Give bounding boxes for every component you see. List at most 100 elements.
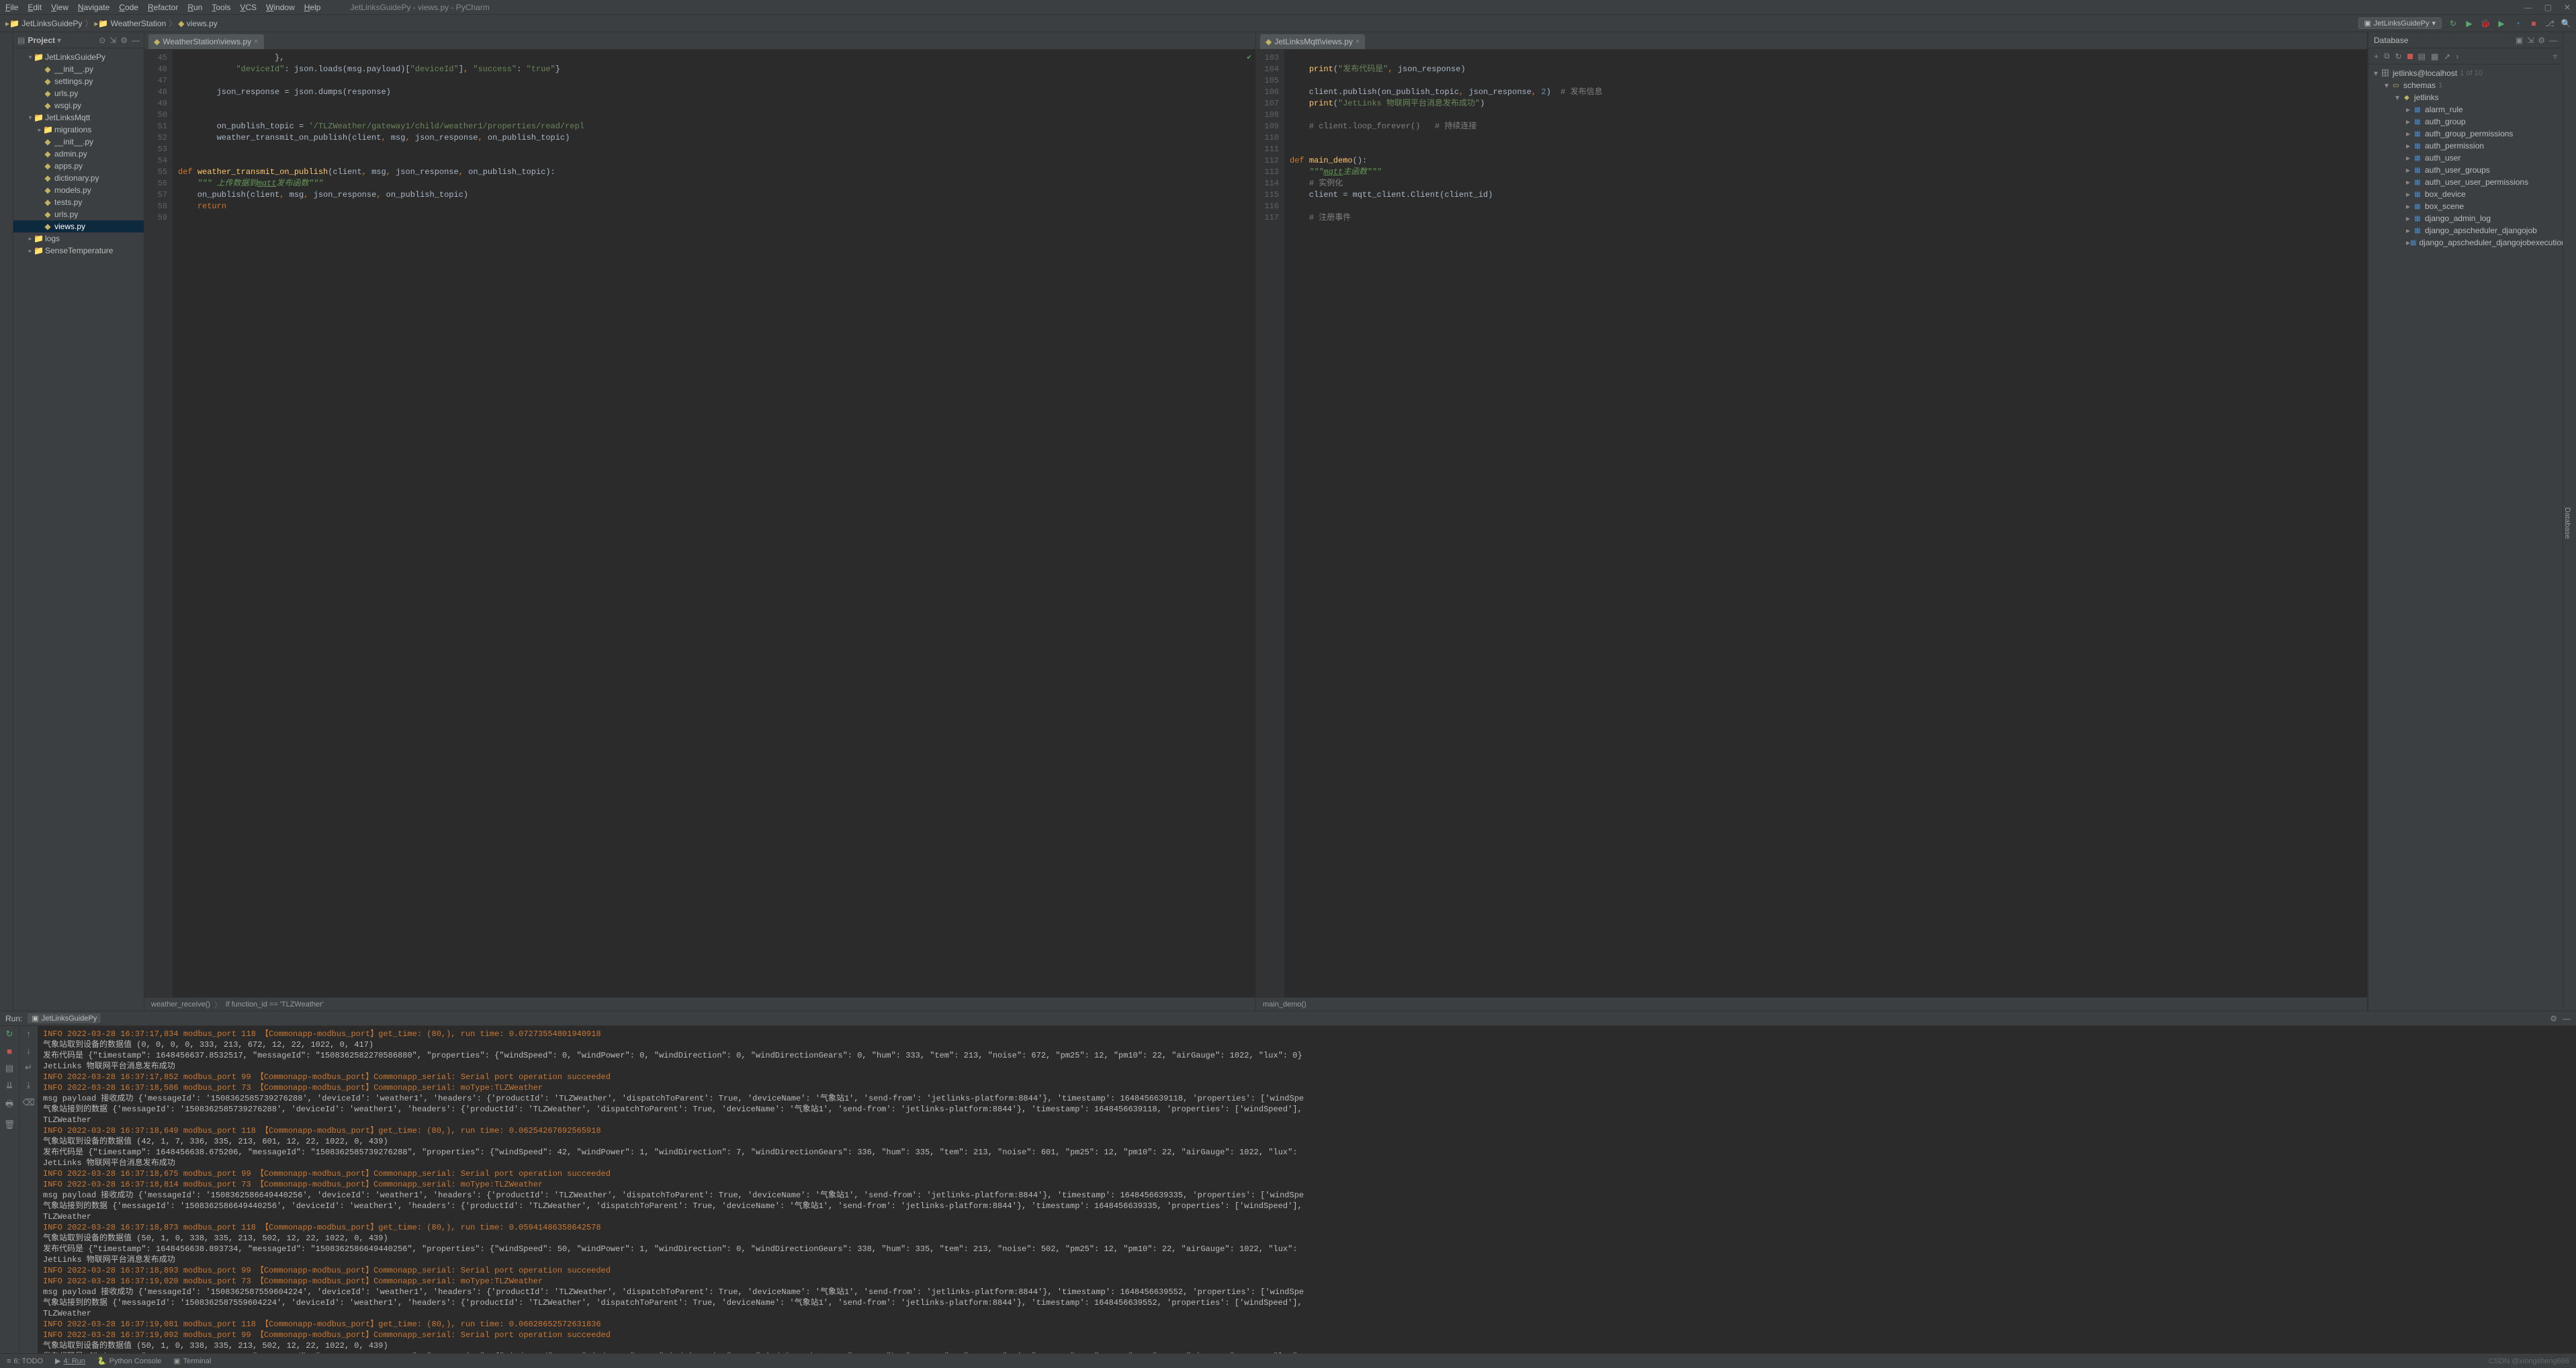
menu-navigate[interactable]: Navigate xyxy=(78,3,109,12)
terminal-button[interactable]: ▣ Terminal xyxy=(173,1357,211,1365)
duplicate-icon[interactable]: ⧉ xyxy=(2384,51,2390,61)
db-table[interactable]: ▸▦auth_group_permissions xyxy=(2368,128,2563,140)
breadcrumb-item[interactable]: 〉◆ views.py xyxy=(167,17,218,29)
db-table[interactable]: ▸▦box_device xyxy=(2368,188,2563,200)
tree-node[interactable]: ◆admin.py xyxy=(13,148,144,160)
menu-window[interactable]: Window xyxy=(266,3,295,12)
refresh-icon[interactable]: ↻ xyxy=(2395,52,2402,61)
breadcrumb-item[interactable]: if function_id == 'TLZWeather' xyxy=(226,1000,324,1009)
menu-file[interactable]: File xyxy=(5,3,18,12)
debug-button-icon[interactable]: 🐞 xyxy=(2481,19,2490,28)
project-tree[interactable]: ▾📁JetLinksGuidePy◆__init__.py◆settings.p… xyxy=(13,48,144,1011)
menu-edit[interactable]: Edit xyxy=(28,3,42,12)
editor-breadcrumb[interactable]: weather_receive()〉if function_id == 'TLZ… xyxy=(144,997,1255,1011)
db-table[interactable]: ▸▦box_scene xyxy=(2368,200,2563,212)
editor-tab[interactable]: ◆ JetLinksMqtt\views.py × xyxy=(1260,34,1365,49)
tree-node[interactable]: ◆urls.py xyxy=(13,87,144,99)
menu-tools[interactable]: Tools xyxy=(212,3,230,12)
tree-node[interactable]: ◆__init__.py xyxy=(13,136,144,148)
tree-node[interactable]: ◆settings.py xyxy=(13,75,144,87)
close-tab-icon[interactable]: × xyxy=(1356,38,1360,46)
clear-icon[interactable]: ⌫ xyxy=(22,1097,34,1108)
profile-icon[interactable]: ◔ xyxy=(2513,19,2522,28)
coverage-icon[interactable]: ▶ xyxy=(2497,19,2506,28)
breadcrumb-item[interactable]: weather_receive() xyxy=(151,1000,210,1009)
python-console-button[interactable]: 🐍 Python Console xyxy=(97,1357,161,1365)
tree-node[interactable]: ◆dictionary.py xyxy=(13,172,144,184)
db-table[interactable]: ▸▦auth_user_user_permissions xyxy=(2368,176,2563,188)
target-icon[interactable]: ⊙ xyxy=(99,36,105,45)
db-table[interactable]: ▸▦auth_user xyxy=(2368,152,2563,164)
gear-icon[interactable]: ⚙ xyxy=(120,36,128,45)
rerun-icon[interactable]: ↻ xyxy=(6,1029,13,1039)
db-table[interactable]: ▸▦auth_group xyxy=(2368,116,2563,128)
add-icon[interactable]: + xyxy=(2374,52,2379,61)
todo-tool-button[interactable]: ≡ 6: TODO xyxy=(7,1357,43,1365)
tree-node[interactable]: ◆tests.py xyxy=(13,196,144,208)
run-tool-button[interactable]: ▶ 4: Run xyxy=(55,1357,85,1365)
console-icon[interactable]: ▤ xyxy=(2418,52,2426,61)
menu-code[interactable]: Code xyxy=(119,3,138,12)
hide-icon[interactable]: — xyxy=(132,36,140,45)
editor-tab[interactable]: ◆ WeatherStation\views.py × xyxy=(148,34,264,49)
trash-icon[interactable]: 🗑 xyxy=(4,1119,15,1130)
db-schema[interactable]: ▾◆jetlinks xyxy=(2368,91,2563,103)
console-output[interactable]: INFO 2022-03-28 16:37:17,834 modbus_port… xyxy=(38,1026,2576,1353)
database-tree[interactable]: ▾🗄jetlinks@localhost1 of 10▾▭schemas1▾◆j… xyxy=(2368,65,2563,1011)
stop-icon[interactable] xyxy=(2407,52,2413,61)
minimize-icon[interactable]: — xyxy=(2524,3,2532,12)
breadcrumb-item[interactable]: ▸📁 JetLinksGuidePy xyxy=(5,19,82,28)
menu-help[interactable]: Help xyxy=(304,3,321,12)
close-icon[interactable]: ✕ xyxy=(2564,3,2571,12)
chevron-down-icon[interactable]: ▾ xyxy=(57,36,61,45)
up-icon[interactable]: ↑ xyxy=(26,1029,31,1039)
db-table[interactable]: ▸▦django_apscheduler_djangojob xyxy=(2368,224,2563,237)
print-icon[interactable]: 🖶 xyxy=(5,1098,13,1113)
editor-breadcrumb[interactable]: main_demo() xyxy=(1256,997,2367,1011)
tree-node[interactable]: ▾📁JetLinksMqtt xyxy=(13,112,144,124)
breadcrumb[interactable]: ▸📁 JetLinksGuidePy〉▸📁 WeatherStation〉◆ v… xyxy=(5,17,218,29)
gear-icon[interactable]: ⚙ xyxy=(2550,1014,2557,1023)
run-configuration-selector[interactable]: ▣ JetLinksGuidePy ▾ xyxy=(2358,17,2442,29)
stop-button-icon[interactable]: ■ xyxy=(2529,19,2538,28)
tree-node[interactable]: ▸📁logs xyxy=(13,232,144,245)
stop-icon[interactable]: ■ xyxy=(7,1046,12,1056)
tree-node[interactable]: ▾📁JetLinksGuidePy xyxy=(13,51,144,63)
db-table[interactable]: ▸▦auth_permission xyxy=(2368,140,2563,152)
search-icon[interactable]: 🔍 xyxy=(2561,19,2571,28)
settings-icon[interactable]: ⇲ xyxy=(2527,36,2534,45)
dock-icon[interactable]: ▣ xyxy=(2516,36,2523,45)
table-icon[interactable]: ▦ xyxy=(2431,52,2438,61)
tree-node[interactable]: ◆apps.py xyxy=(13,160,144,172)
db-table[interactable]: ▸▦auth_user_groups xyxy=(2368,164,2563,176)
maximize-icon[interactable]: ▢ xyxy=(2544,3,2552,12)
menu-view[interactable]: View xyxy=(51,3,69,12)
filter-icon[interactable]: ▿ xyxy=(2553,52,2557,61)
db-table[interactable]: ▸▦django_admin_log xyxy=(2368,212,2563,224)
close-tab-icon[interactable]: × xyxy=(254,38,258,46)
right-tool-strip[interactable]: Database xyxy=(2563,32,2576,1011)
soft-wrap-icon[interactable]: ↵ xyxy=(25,1062,32,1073)
tree-node[interactable]: ◆__init__.py xyxy=(13,63,144,75)
menu-refactor[interactable]: Refactor xyxy=(148,3,178,12)
hide-icon[interactable]: — xyxy=(2549,36,2557,45)
collapse-icon[interactable]: ⇲ xyxy=(109,36,116,45)
gear-icon[interactable]: ⚙ xyxy=(2538,36,2545,45)
scroll-icon[interactable]: ⇊ xyxy=(6,1080,13,1091)
tree-node[interactable]: ◆views.py xyxy=(13,220,144,232)
menu-run[interactable]: Run xyxy=(187,3,202,12)
db-schemas[interactable]: ▾▭schemas1 xyxy=(2368,79,2563,91)
vcs-icon[interactable]: ⎇ xyxy=(2545,19,2555,28)
db-table[interactable]: ▸▦alarm_rule xyxy=(2368,103,2563,116)
breadcrumb-item[interactable]: main_demo() xyxy=(1263,1000,1306,1009)
tree-node[interactable]: ◆wsgi.py xyxy=(13,99,144,112)
code-editor[interactable]: 1031041051061071081091101111121131141151… xyxy=(1256,50,2367,997)
code-editor[interactable]: 454647484950515253545556575859 }, "devic… xyxy=(144,50,1255,997)
db-datasource[interactable]: ▾🗄jetlinks@localhost1 of 10 xyxy=(2368,67,2563,79)
tree-node[interactable]: ▸📁migrations xyxy=(13,124,144,136)
tree-node[interactable]: ▸📁SenseTemperature xyxy=(13,245,144,257)
diagram-icon[interactable]: ➚ xyxy=(2444,52,2450,61)
hide-icon[interactable]: — xyxy=(2563,1014,2571,1023)
layout-icon[interactable]: ▤ xyxy=(5,1063,13,1074)
left-tool-strip[interactable] xyxy=(0,32,13,1011)
